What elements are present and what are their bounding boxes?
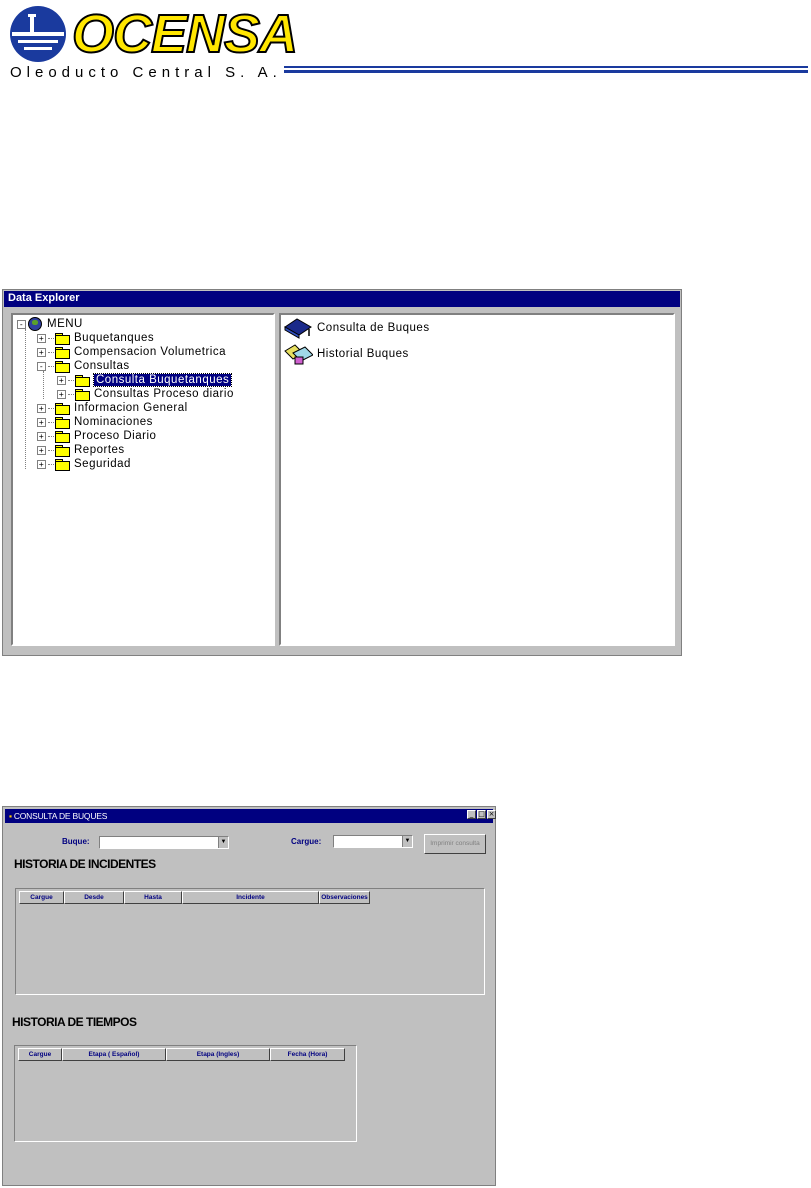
window-title: CONSULTA DE BUQUES	[13, 811, 108, 821]
tree-connector	[25, 329, 26, 469]
logo-wordmark: OCENSA	[71, 4, 299, 64]
incidentes-heading: HISTORIA DE INCIDENTES	[14, 857, 156, 871]
tree-label: Informacion General	[74, 402, 188, 414]
tree-item-proceso-diario[interactable]: + Proceso Diario	[37, 429, 156, 443]
list-item-label: Consulta de Buques	[317, 322, 430, 334]
chevron-down-icon[interactable]: ▼	[218, 837, 228, 848]
folder-icon	[55, 445, 70, 457]
tiempos-grid-header: Cargue Etapa ( Español) Etapa (Ingles) F…	[18, 1048, 345, 1061]
logo-subtitle: Oleoducto Central S. A.	[10, 64, 282, 81]
close-button[interactable]: ×	[487, 810, 496, 819]
folder-icon	[55, 403, 70, 415]
tree-item-consultas-proceso-diario[interactable]: + Consultas Proceso diario	[57, 387, 234, 401]
tree-label: MENU	[47, 318, 83, 330]
column-header[interactable]: Hasta	[124, 891, 182, 904]
folder-icon	[55, 459, 70, 471]
buque-label: Buque:	[62, 837, 90, 846]
imprimir-consulta-button[interactable]: Imprimir consulta	[424, 834, 486, 854]
buque-select[interactable]: ▼	[99, 836, 229, 849]
tree-label: Consultas	[74, 360, 130, 372]
menu-tree-panel[interactable]: - MENU + Buquetanques + Compensacion Vol…	[11, 313, 275, 646]
incidentes-grid-header: Cargue Desde Hasta Incidente Observacion…	[19, 891, 370, 904]
expand-icon[interactable]: +	[37, 333, 46, 343]
folder-open-icon	[75, 389, 90, 401]
company-logo: OCENSA Oleoducto Central S. A.	[8, 4, 299, 84]
folder-icon	[55, 431, 70, 443]
consulta-buques-titlebar: ▪ CONSULTA DE BUQUES	[5, 809, 493, 823]
expand-icon[interactable]: +	[37, 445, 46, 455]
cargue-select[interactable]: ▼	[333, 835, 413, 848]
data-explorer-title: Data Explorer	[4, 291, 680, 307]
tree-item-informacion-general[interactable]: + Informacion General	[37, 401, 188, 415]
expand-icon[interactable]: +	[37, 417, 46, 427]
column-header[interactable]: Etapa ( Español)	[62, 1048, 166, 1061]
tree-label: Reportes	[74, 444, 125, 456]
column-header[interactable]: Incidente	[182, 891, 319, 904]
collapse-icon[interactable]: -	[17, 319, 26, 329]
data-explorer-window: Data Explorer - MENU + Buquetanques + Co…	[2, 289, 682, 656]
tree-label: Buquetanques	[74, 332, 155, 344]
minimize-button[interactable]: _	[467, 810, 476, 819]
folder-open-icon	[55, 361, 70, 373]
expand-icon[interactable]: +	[37, 459, 46, 469]
expand-icon[interactable]: +	[37, 403, 46, 413]
folder-open-icon	[75, 375, 90, 387]
column-header[interactable]: Desde	[64, 891, 124, 904]
column-header[interactable]: Cargue	[19, 891, 64, 904]
header-rule	[284, 66, 808, 73]
list-item-consulta-de-buques[interactable]: Consulta de Buques	[283, 317, 430, 339]
list-item-historial-buques[interactable]: Historial Buques	[283, 343, 409, 365]
book-icon	[284, 318, 312, 339]
tree-label: Consultas Proceso diario	[94, 388, 234, 400]
expand-icon[interactable]: +	[37, 431, 46, 441]
incidentes-grid[interactable]: Cargue Desde Hasta Incidente Observacion…	[15, 888, 485, 995]
tree-label: Seguridad	[74, 458, 131, 470]
tiempos-heading: HISTORIA DE TIEMPOS	[12, 1015, 137, 1029]
consulta-buques-window: ▪ CONSULTA DE BUQUES _ □ × Buque: ▼ Cargu…	[2, 806, 496, 1186]
expand-icon[interactable]: +	[57, 375, 66, 385]
folder-icon	[55, 417, 70, 429]
tree-item-compensacion[interactable]: + Compensacion Volumetrica	[37, 345, 226, 359]
tree-item-seguridad[interactable]: + Seguridad	[37, 457, 131, 471]
tree-label: Proceso Diario	[74, 430, 157, 442]
maximize-button[interactable]: □	[477, 810, 486, 819]
logo-emblem-icon	[10, 6, 66, 62]
column-header[interactable]: Etapa (Ingles)	[166, 1048, 270, 1061]
folder-icon	[55, 347, 70, 359]
list-item-label: Historial Buques	[317, 348, 409, 360]
tree-item-reportes[interactable]: + Reportes	[37, 443, 125, 457]
expand-icon[interactable]: +	[37, 347, 46, 357]
collapse-icon[interactable]: -	[37, 361, 46, 371]
tree-root-menu[interactable]: - MENU	[17, 317, 83, 331]
tree-label: Compensacion Volumetrica	[74, 346, 226, 358]
column-header[interactable]: Cargue	[18, 1048, 62, 1061]
book-open-icon	[284, 344, 313, 365]
tiempos-grid[interactable]: Cargue Etapa ( Español) Etapa (Ingles) F…	[14, 1045, 357, 1142]
tree-connector	[43, 371, 44, 399]
globe-icon	[28, 317, 42, 331]
tree-label: Nominaciones	[74, 416, 153, 428]
chevron-down-icon[interactable]: ▼	[402, 836, 412, 847]
expand-icon[interactable]: +	[57, 389, 66, 399]
tree-item-consulta-buquetanques[interactable]: + Consulta Buquetanques	[57, 373, 233, 387]
column-header[interactable]: Fecha (Hora)	[270, 1048, 345, 1061]
tree-item-consultas[interactable]: - Consultas	[37, 359, 130, 373]
folder-icon	[55, 333, 70, 345]
tree-label-selected: Consulta Buquetanques	[92, 373, 233, 387]
tree-item-nominaciones[interactable]: + Nominaciones	[37, 415, 153, 429]
column-header[interactable]: Observaciones	[319, 891, 370, 904]
menu-content-panel[interactable]: Consulta de Buques Historial Buques	[279, 313, 675, 646]
app-icon: ▪	[9, 811, 12, 821]
cargue-label: Cargue:	[291, 837, 322, 846]
tree-item-buquetanques[interactable]: + Buquetanques	[37, 331, 154, 345]
